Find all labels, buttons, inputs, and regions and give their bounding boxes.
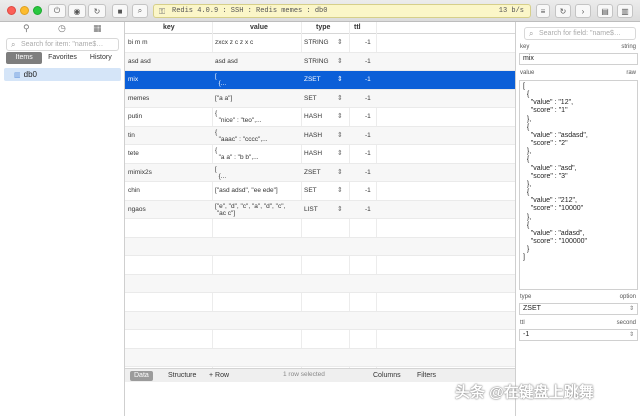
field-search-placeholder: Search for field: "name$… [539, 30, 621, 37]
type-select[interactable]: ZSET ⇕ [519, 303, 638, 315]
chevron-up-down-icon: ⇕ [628, 331, 634, 338]
tab-favorites[interactable]: Favorites [44, 52, 80, 64]
item-search-input[interactable]: ⌕ Search for item: "name$… [6, 38, 119, 51]
type-option-label: option [619, 294, 636, 300]
refresh-icon[interactable]: ↻ [88, 4, 106, 18]
value-label: value [520, 70, 535, 76]
empty-row [125, 237, 515, 256]
watermark: 头条 @在键盘上跳舞 [455, 384, 594, 401]
item-search-placeholder: Search for item: "name$… [21, 41, 104, 48]
zoom-window-button[interactable] [33, 6, 42, 15]
database-label: db0 [23, 70, 37, 79]
column-header-ttl[interactable]: ttl [354, 24, 361, 31]
cell-value: [ {... [215, 73, 227, 87]
key-type-label: string [621, 44, 636, 50]
table-header: key value type ttl [125, 22, 515, 34]
sidebar-icon-bar: ⚲ ◷ ▦ [0, 22, 125, 36]
connection-address: Redis 4.0.9 : SSH : Redis memes : db0 [172, 7, 328, 15]
table-row[interactable]: bi m m zxcx z c z x c STRING ⇕ -1 [125, 34, 515, 53]
lock-icon[interactable]: ■ [112, 4, 128, 18]
table-row[interactable]: memes ["a a"] SET ⇕ -1 [125, 89, 515, 108]
column-header-type[interactable]: type [316, 24, 330, 31]
raw-value-editor[interactable]: [ { "value" : "12", "score" : "1" }, { "… [519, 80, 638, 290]
key-label: key [520, 44, 530, 50]
table-row[interactable]: mimix2s[ {... ZSET ⇕ -1 [125, 163, 515, 182]
table-row[interactable]: tin{ "aaac" : "cccc",... HASH ⇕ -1 [125, 126, 515, 145]
cell-value: ["e", "d", "c", "a", "d", "c", "ac c"] [215, 202, 286, 217]
cell-value: { "a a" : "b b",... [215, 147, 259, 161]
cell-value: [ {... [215, 165, 227, 180]
table-row[interactable]: chin ["asd adsd", "ee ede"] SET ⇕ -1 [125, 182, 515, 201]
table-row[interactable]: mix[ {... ZSET ⇕ -1 [125, 71, 515, 90]
toggle-right-panel-icon[interactable]: ▥ [617, 4, 633, 18]
ttl-value: -1 [523, 331, 530, 338]
ttl-unit-label: second [616, 320, 636, 326]
empty-row [125, 274, 515, 293]
close-window-button[interactable] [7, 6, 16, 15]
database-icon: ▥ [14, 71, 21, 79]
minimize-window-button[interactable] [20, 6, 29, 15]
chevron-up-down-icon: ⇕ [628, 305, 634, 312]
window-toolbar: ⏻ ◉ ↻ ■ ⌕ ⚿ Redis 4.0.9 : SSH : Redis me… [0, 0, 640, 22]
tab-history[interactable]: History [83, 52, 119, 64]
light-bulb-icon[interactable]: ⚲ [23, 24, 30, 34]
table-row[interactable]: asd asd asd asd STRING ⇕ -1 [125, 52, 515, 71]
data-tab-button[interactable]: Data [130, 371, 153, 381]
table-row[interactable]: tete{ "a a" : "b b",... HASH ⇕ -1 [125, 145, 515, 164]
add-row-button[interactable]: + Row [205, 371, 233, 381]
sidebar-tab-bar: Items Favorites History [6, 52, 119, 64]
value-format-label: raw [626, 70, 636, 76]
address-lock-icon: ⚿ [159, 7, 166, 16]
detail-panel: ⌕ Search for field: "name$… key string m… [515, 22, 640, 416]
key-field[interactable]: mix [519, 53, 638, 65]
ttl-field[interactable]: -1 ⇕ [519, 329, 638, 341]
activity-icon[interactable]: ≡ [536, 4, 550, 18]
content-table: key value type ttl bi m m zxcx z c z x cS… [125, 22, 515, 416]
empty-row [125, 311, 515, 330]
left-sidebar: ⚲ ◷ ▦ ⌕ Search for item: "name$… Items F… [0, 22, 125, 416]
empty-row [125, 293, 515, 312]
empty-row [125, 219, 515, 238]
table-body: bi m m zxcx z c z x c STRING ⇕ -1 asd asd asd … [125, 34, 515, 390]
clock-icon[interactable]: ◷ [58, 24, 66, 34]
transfer-rate: 13 b/s [498, 7, 524, 15]
key-value: mix [523, 55, 534, 62]
cell-value: { "nice" : "teo",... [215, 110, 262, 124]
toolbar-search-icon[interactable]: ⌕ [132, 4, 148, 18]
field-search-input[interactable]: ⌕ Search for field: "name$… [524, 27, 636, 40]
empty-row [125, 330, 515, 349]
search-icon: ⌕ [529, 29, 534, 38]
bottom-toolbar: Data Structure + Row 1 row selected Colu… [125, 368, 515, 382]
table-row[interactable]: putin{ "nice" : "teo",... HASH ⇕ -1 [125, 108, 515, 127]
type-label: type [520, 294, 532, 300]
selection-status: 1 row selected [283, 371, 325, 378]
table-row[interactable]: ngaos ["e", "d", "c", "a", "d", "c", "ac … [125, 200, 515, 219]
ttl-label: ttl [520, 320, 525, 326]
sidebar-item-db0[interactable]: ▥ db0 [4, 68, 121, 81]
search-icon: ⌕ [11, 40, 16, 49]
power-icon[interactable]: ⏻ [48, 4, 66, 18]
connection-address-bar: ⚿ Redis 4.0.9 : SSH : Redis memes : db0 … [153, 4, 531, 18]
column-header-key[interactable]: key [163, 24, 175, 31]
columns-button[interactable]: Columns [369, 371, 405, 381]
empty-row [125, 348, 515, 367]
cell-value: { "aaac" : "cccc",... [215, 128, 268, 143]
query-icon[interactable]: ▦ [93, 24, 102, 34]
tab-items[interactable]: Items [6, 52, 43, 64]
empty-row [125, 256, 515, 275]
column-header-value[interactable]: value [250, 24, 268, 31]
console-icon[interactable]: › [575, 4, 591, 18]
toggle-left-panel-icon[interactable]: ▤ [597, 4, 613, 18]
reload-icon[interactable]: ↻ [555, 4, 571, 18]
eye-icon[interactable]: ◉ [68, 4, 86, 18]
structure-tab-button[interactable]: Structure [164, 371, 200, 381]
type-value: ZSET [523, 305, 541, 312]
filters-button[interactable]: Filters [413, 371, 440, 381]
